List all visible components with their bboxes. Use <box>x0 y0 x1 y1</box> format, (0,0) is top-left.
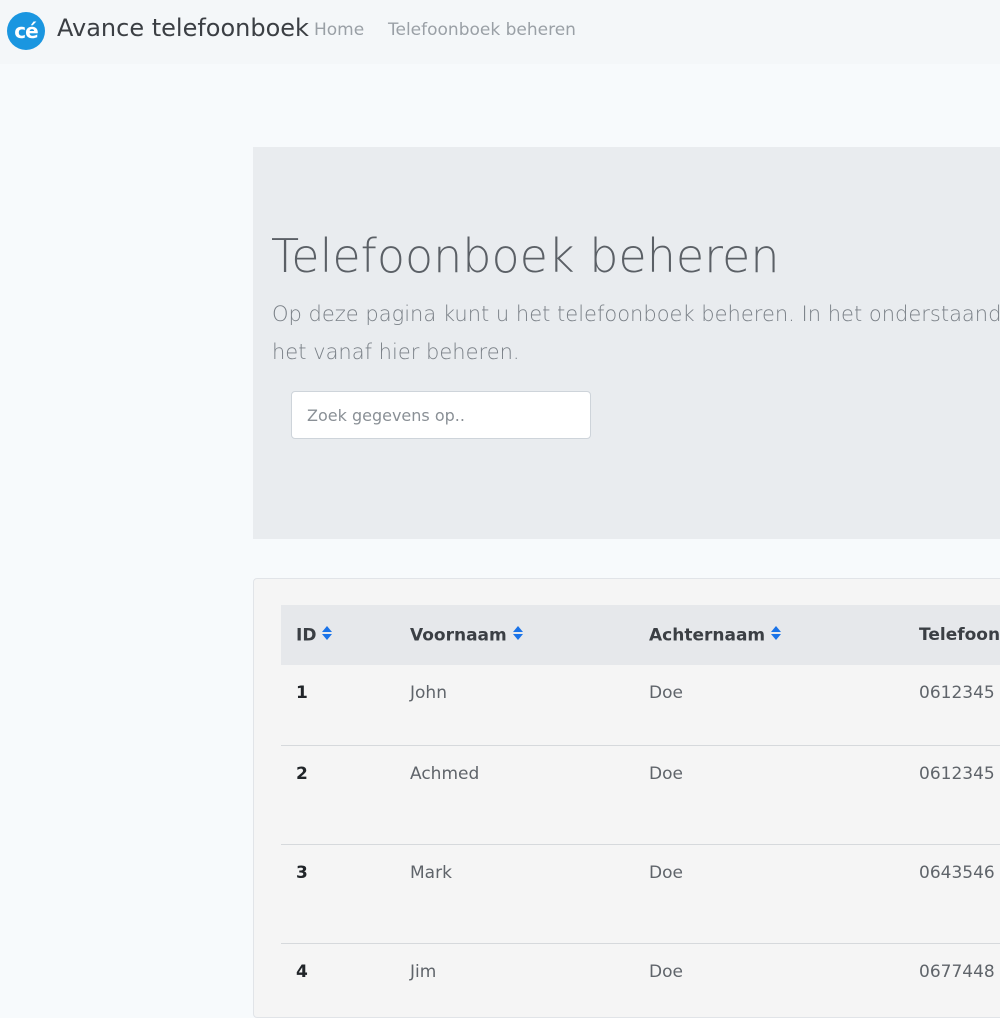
cell-telefoon: 0612345 <box>919 683 995 703</box>
table-row[interactable]: 3 Mark Doe 0643546 <box>281 843 1000 943</box>
cell-voornaam: Mark <box>395 843 634 943</box>
phonebook-table: ID Voornaam Achternaam Telefoonr 1 John … <box>281 605 1000 1017</box>
nav-link-telefoonboek-beheren[interactable]: Telefoonboek beheren <box>388 20 576 40</box>
cell-id: 1 <box>296 683 308 703</box>
column-header-label: Voornaam <box>410 625 507 645</box>
column-header-label: Achternaam <box>649 625 766 645</box>
table-header-row: ID Voornaam Achternaam Telefoonr <box>281 605 1000 665</box>
cell-voornaam: Achmed <box>395 744 634 844</box>
cell-voornaam: Jim <box>395 942 634 1017</box>
column-header-achternaam[interactable]: Achternaam <box>634 605 904 665</box>
brand-logo[interactable]: cé <box>7 12 45 50</box>
search-input[interactable] <box>291 391 591 439</box>
cell-id: 4 <box>281 942 395 1017</box>
navbar: cé Avance telefoonboek Home Telefoonboek… <box>0 0 1000 64</box>
sort-icon[interactable] <box>512 625 524 646</box>
column-header-label: Telefoonr <box>919 625 1000 645</box>
brand-name[interactable]: Avance telefoonboek <box>57 14 309 42</box>
page-description: Op deze pagina kunt u het telefoonboek b… <box>272 302 1000 364</box>
table-row[interactable]: 4 Jim Doe 0677448 <box>281 942 1000 1017</box>
column-header-telefoonnummer[interactable]: Telefoonr <box>904 605 1000 665</box>
page-title: Telefoonboek beheren <box>271 229 780 283</box>
column-header-voornaam[interactable]: Voornaam <box>395 605 634 665</box>
cell-telefoon: 0677448 <box>904 942 1000 1017</box>
table-row[interactable]: 2 Achmed Doe 0612345 <box>281 744 1000 844</box>
jumbotron: Telefoonboek beheren Op deze pagina kunt… <box>253 147 1000 539</box>
sort-icon[interactable] <box>321 625 333 646</box>
column-header-label: ID <box>296 625 317 645</box>
cell-telefoon: 0612345 <box>904 744 1000 844</box>
cell-achternaam: Doe <box>649 683 683 703</box>
nav-link-home[interactable]: Home <box>314 20 364 40</box>
cell-voornaam: John <box>410 683 447 703</box>
sort-icon[interactable] <box>770 625 782 646</box>
phonebook-table-card: ID Voornaam Achternaam Telefoonr 1 John … <box>253 578 1000 1018</box>
table-row[interactable]: 1 John Doe 0612345 <box>281 665 1000 745</box>
cell-achternaam: Doe <box>634 843 904 943</box>
cell-telefoon: 0643546 <box>904 843 1000 943</box>
cell-achternaam: Doe <box>634 744 904 844</box>
cell-id: 3 <box>281 843 395 943</box>
column-header-id[interactable]: ID <box>281 605 395 665</box>
cell-id: 2 <box>281 744 395 844</box>
cell-achternaam: Doe <box>634 942 904 1017</box>
